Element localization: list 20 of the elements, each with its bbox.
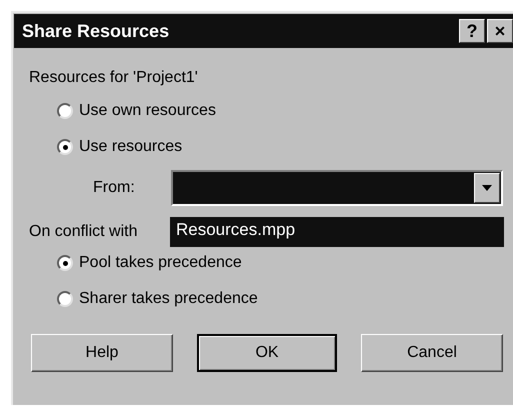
option-label[interactable]: Use own resources bbox=[79, 99, 216, 123]
close-button[interactable]: × bbox=[487, 19, 513, 43]
radio-button[interactable] bbox=[57, 255, 73, 271]
group-label: Resources for 'Project1' bbox=[29, 68, 199, 88]
dropdown-field[interactable] bbox=[171, 170, 503, 206]
help-button[interactable]: ? bbox=[459, 19, 485, 43]
radio-button[interactable] bbox=[57, 291, 73, 307]
dialog-button[interactable]: Help bbox=[31, 334, 173, 372]
option-label[interactable]: Use resources bbox=[79, 135, 182, 159]
dropdown-button[interactable] bbox=[474, 173, 500, 203]
field-label: From: bbox=[93, 178, 136, 198]
dialog-button[interactable]: OK bbox=[197, 334, 337, 372]
window-title: Share Resources bbox=[22, 20, 170, 42]
option-label[interactable]: Pool takes precedence bbox=[79, 251, 242, 275]
group-label: On conflict with bbox=[29, 222, 138, 242]
dialog-button[interactable]: Cancel bbox=[361, 334, 503, 372]
radio-button[interactable] bbox=[57, 103, 73, 119]
option-label[interactable]: Sharer takes precedence bbox=[79, 287, 258, 311]
caret-icon bbox=[482, 185, 492, 191]
radio-button[interactable] bbox=[57, 139, 73, 155]
